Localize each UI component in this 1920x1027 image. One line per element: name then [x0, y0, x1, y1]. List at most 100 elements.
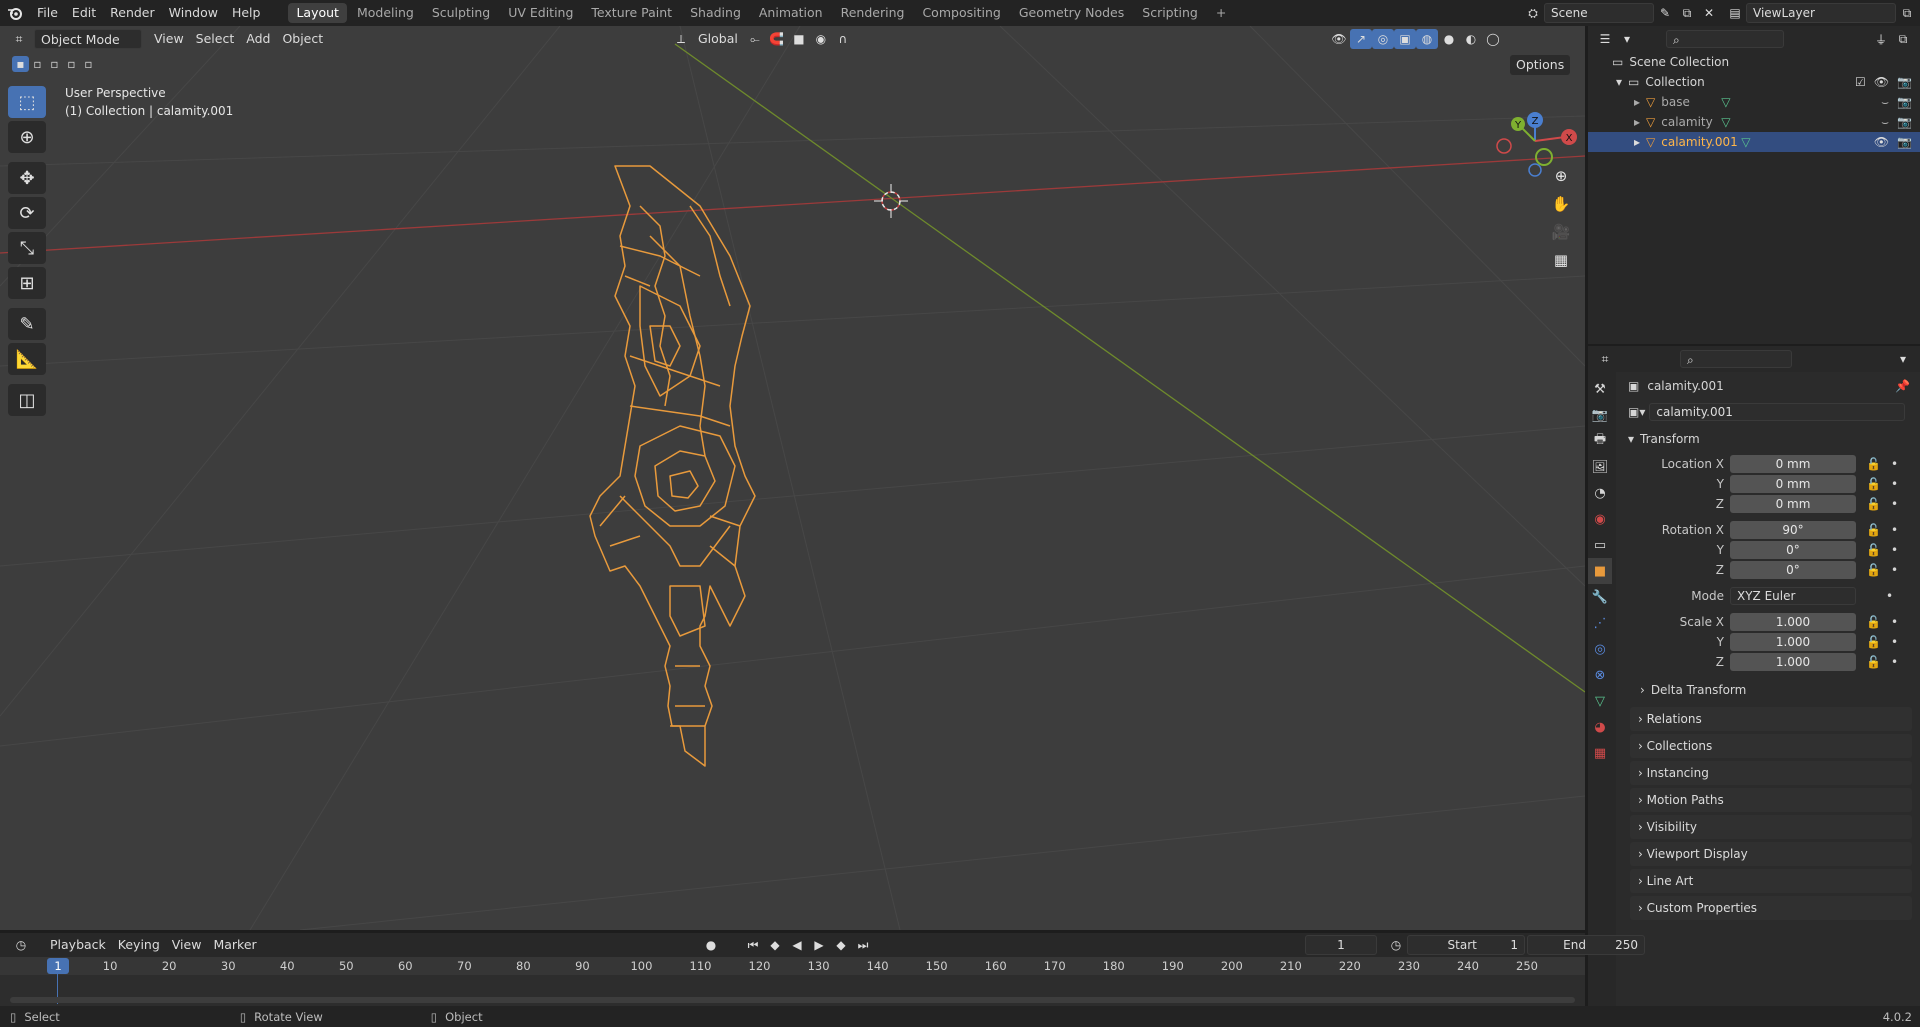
menu-playback[interactable]: Playback: [44, 935, 112, 955]
new-scene-icon[interactable]: ⧉: [1676, 3, 1698, 23]
add-workspace-button[interactable]: +: [1208, 3, 1234, 23]
play-icon[interactable]: ▶: [808, 935, 830, 955]
panel-relations[interactable]: › Relations: [1630, 707, 1912, 731]
keyframe-dot-icon[interactable]: •: [1891, 563, 1898, 577]
rotation-x-field[interactable]: 90°: [1730, 521, 1856, 539]
expand-icon[interactable]: ▾: [1616, 72, 1622, 92]
scale-y-field[interactable]: 1.000: [1730, 633, 1856, 651]
lock-icon[interactable]: 🔓: [1866, 563, 1881, 577]
panel-line-art[interactable]: › Line Art: [1630, 869, 1912, 893]
panel-collections[interactable]: › Collections: [1630, 734, 1912, 758]
falloff-icon[interactable]: ∩: [832, 29, 854, 49]
blender-logo-icon[interactable]: [0, 0, 30, 26]
modifiers-tab-icon[interactable]: 🔧: [1588, 584, 1612, 610]
record-icon[interactable]: ●: [700, 935, 722, 955]
measure-tool-icon[interactable]: 📐: [8, 343, 46, 375]
tab-modeling[interactable]: Modeling: [349, 3, 422, 23]
menu-file[interactable]: File: [30, 0, 65, 26]
scene-field[interactable]: Scene: [1544, 3, 1654, 23]
lock-icon[interactable]: 🔓: [1866, 615, 1881, 629]
constraints-tab-icon[interactable]: ⊗: [1588, 662, 1612, 688]
pivot-icon[interactable]: ⟜: [744, 29, 766, 49]
new-collection-icon[interactable]: ⧉: [1892, 29, 1914, 49]
view-layer-tab-icon[interactable]: 🖼: [1588, 454, 1612, 480]
delta-transform-header[interactable]: › Delta Transform: [1616, 676, 1920, 704]
wireframe-shading-icon[interactable]: ◍: [1416, 29, 1438, 49]
tool-tab-icon[interactable]: ⚒: [1588, 376, 1612, 402]
lock-icon[interactable]: 🔓: [1866, 477, 1881, 491]
tab-rendering[interactable]: Rendering: [833, 3, 913, 23]
menu-window[interactable]: Window: [162, 0, 225, 26]
render-camera-icon[interactable]: 📷: [1897, 132, 1912, 152]
object-type-icon[interactable]: ▣▾: [1628, 405, 1645, 419]
render-camera-icon[interactable]: 📷: [1897, 112, 1912, 132]
new-view-layer-icon[interactable]: ⧉: [1896, 3, 1918, 23]
snap-target-icon[interactable]: ■: [788, 29, 810, 49]
menu-object[interactable]: Object: [276, 29, 329, 49]
jump-end-icon[interactable]: ⏭: [852, 935, 874, 955]
rotation-mode-dropdown[interactable]: XYZ Euler: [1730, 587, 1856, 605]
start-frame-field[interactable]: Start 1: [1407, 935, 1525, 955]
tab-texture-paint[interactable]: Texture Paint: [583, 3, 680, 23]
timeline-scrollbar[interactable]: [10, 997, 1575, 1003]
outliner-item-calamity-001[interactable]: ▸ ▽ calamity.001 ▽ 👁 📷: [1588, 132, 1920, 152]
rotation-y-field[interactable]: 0°: [1730, 541, 1856, 559]
add-cube-tool-icon[interactable]: ◫: [8, 384, 46, 416]
gizmo-toggle-icon[interactable]: ↗: [1350, 29, 1372, 49]
location-y-field[interactable]: 0 mm: [1730, 475, 1856, 493]
orientation-dropdown[interactable]: Global: [692, 29, 744, 49]
filter-icon[interactable]: ⏚: [1870, 29, 1892, 49]
menu-view[interactable]: View: [148, 29, 190, 49]
view-layer-field[interactable]: ViewLayer: [1746, 3, 1896, 23]
panel-custom-properties[interactable]: › Custom Properties: [1630, 896, 1912, 920]
transform-tool-icon[interactable]: ⊞: [8, 267, 46, 299]
transform-panel-header[interactable]: ▾ Transform: [1616, 424, 1920, 454]
object-name-field[interactable]: calamity.001: [1649, 403, 1906, 421]
tab-shading[interactable]: Shading: [682, 3, 749, 23]
display-mode-icon[interactable]: ▾: [1616, 29, 1638, 49]
select-subtract-icon[interactable]: ▫: [46, 56, 63, 72]
camera-view-icon[interactable]: 🎥: [1547, 218, 1575, 246]
scene-tab-icon[interactable]: ◔: [1588, 480, 1612, 506]
tab-geometry-nodes[interactable]: Geometry Nodes: [1011, 3, 1132, 23]
outliner-editor-icon[interactable]: ☰: [1594, 29, 1616, 49]
scale-z-field[interactable]: 1.000: [1730, 653, 1856, 671]
tab-animation[interactable]: Animation: [751, 3, 831, 23]
end-frame-field[interactable]: End 250: [1527, 935, 1645, 955]
keyframe-dot-icon[interactable]: •: [1891, 477, 1898, 491]
delete-scene-icon[interactable]: ✕: [1698, 3, 1720, 23]
scale-tool-icon[interactable]: ⤡: [8, 232, 46, 264]
keyframe-dot-icon[interactable]: •: [1891, 497, 1898, 511]
hidden-eye-icon[interactable]: ⌣: [1881, 92, 1889, 112]
object-mode-dropdown[interactable]: Object Mode: [34, 29, 142, 49]
rotation-z-field[interactable]: 0°: [1730, 561, 1856, 579]
menu-add[interactable]: Add: [240, 29, 276, 49]
menu-help[interactable]: Help: [225, 0, 268, 26]
menu-keying[interactable]: Keying: [112, 935, 166, 955]
orientation-icon[interactable]: ⟂: [670, 29, 692, 49]
lock-icon[interactable]: 🔓: [1866, 457, 1881, 471]
data-tab-icon[interactable]: ▽: [1588, 688, 1612, 714]
select-intersect-icon[interactable]: ▫: [80, 56, 97, 72]
location-x-field[interactable]: 0 mm: [1730, 455, 1856, 473]
zoom-icon[interactable]: ⊕: [1547, 162, 1575, 190]
playhead-marker[interactable]: 1: [47, 958, 69, 974]
panel-visibility[interactable]: › Visibility: [1630, 815, 1912, 839]
keyframe-dot-icon[interactable]: •: [1891, 635, 1898, 649]
select-extend-icon[interactable]: ▫: [29, 56, 46, 72]
lock-icon[interactable]: 🔓: [1866, 655, 1881, 669]
next-keyframe-icon[interactable]: ◆: [830, 935, 852, 955]
outliner-item-calamity[interactable]: ▸ ▽ calamity ▽ ⌣ 📷: [1588, 112, 1920, 132]
menu-timeline-view[interactable]: View: [166, 935, 208, 955]
lock-icon[interactable]: 🔓: [1866, 523, 1881, 537]
keyframe-dot-icon[interactable]: •: [1891, 615, 1898, 629]
select-box-tool-icon[interactable]: ⬚: [8, 86, 46, 118]
material-tab-icon[interactable]: ◕: [1588, 714, 1612, 740]
select-invert-icon[interactable]: ▫: [63, 56, 80, 72]
xray-icon[interactable]: ▣: [1394, 29, 1416, 49]
menu-edit[interactable]: Edit: [65, 0, 103, 26]
tab-compositing[interactable]: Compositing: [914, 3, 1008, 23]
output-tab-icon[interactable]: 🖶: [1588, 428, 1612, 454]
render-camera-icon[interactable]: 📷: [1897, 92, 1912, 112]
properties-options-icon[interactable]: ▾: [1892, 349, 1914, 369]
